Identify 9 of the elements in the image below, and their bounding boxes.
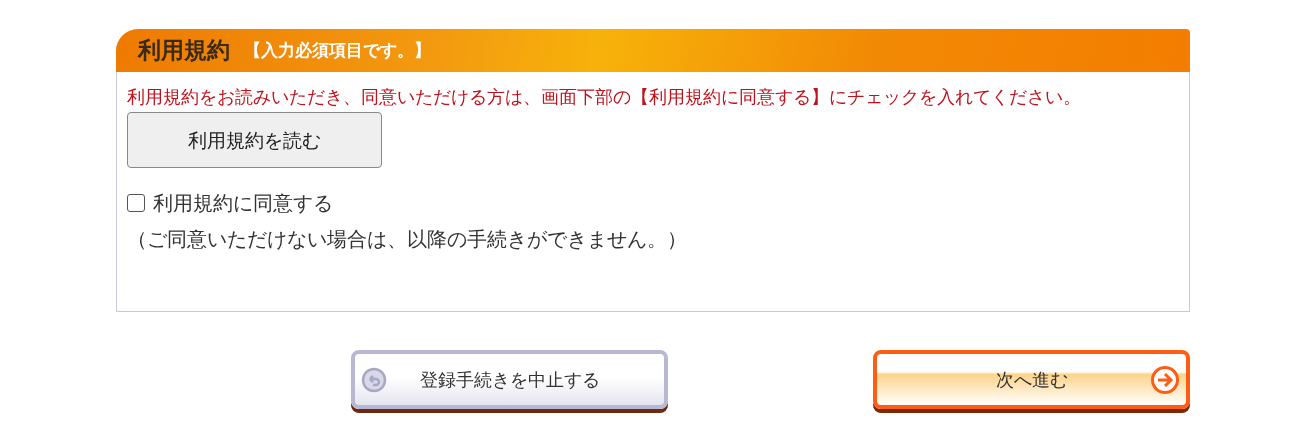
read-terms-button[interactable]: 利用規約を読む [127,112,382,168]
panel-title: 利用規約 [138,36,230,66]
agree-checkbox[interactable] [127,194,145,212]
note-text: （ご同意いただけない場合は、以降の手続きができません。） [127,226,688,253]
agree-label[interactable]: 利用規約に同意する [153,188,333,218]
arrow-right-icon [1150,364,1180,395]
required-note: 【入力必須項目です。】 [244,38,431,62]
undo-icon [361,366,387,393]
instruction-text: 利用規約をお読みいただき、同意いただける方は、画面下部の【利用規約に同意する】にチェックを入れてください。 [127,86,1082,109]
